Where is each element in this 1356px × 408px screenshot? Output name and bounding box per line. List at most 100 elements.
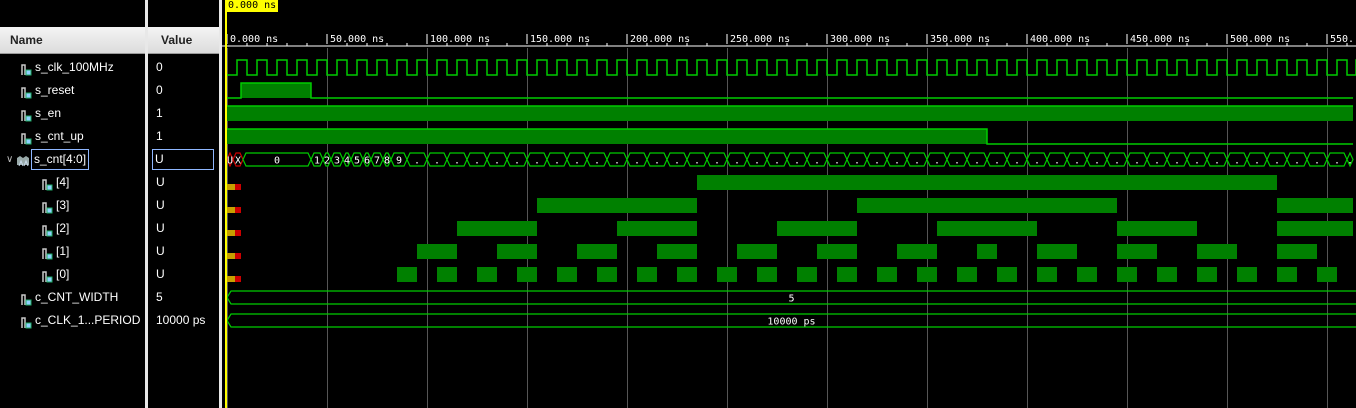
high-fill [1157,267,1177,282]
signal-row-value[interactable]: 5 [156,286,163,309]
signal-name-label: [2] [56,221,70,235]
high-fill [1037,244,1077,259]
bus-segment-label: 1 [314,156,320,167]
bus-segment-label: . [1214,156,1220,167]
high-fill [1197,267,1217,282]
signal-value-label: 5 [156,290,163,304]
bus-segment-label: . [774,156,780,167]
signal-name-label: s_en [35,106,62,120]
signal-row-name[interactable]: s_clk_100MHz [20,56,114,79]
signal-row-value[interactable]: U [152,148,214,171]
bus-segment-label: . [994,156,1000,167]
signal-icon [41,268,53,283]
high-fill [1277,267,1297,282]
high-fill [677,267,697,282]
signal-row-value[interactable]: 1 [156,102,163,125]
high-fill [517,267,537,282]
name-column-header[interactable]: Name [0,27,145,54]
signal-name-label: s_cnt_up [35,129,84,143]
chevron-down-icon[interactable]: ∨ [6,148,16,171]
clk-period-constant-label: 10000 ps [767,317,815,328]
signal-row-value[interactable]: 1 [156,125,163,148]
timeline-tick-label: 100.000 ns [430,34,490,45]
signal-name-label: c_CNT_WIDTH [35,290,119,304]
signal-row-name[interactable]: s_reset [20,79,74,102]
signal-row-value[interactable]: U [156,240,165,263]
cnt-width-constant-label: 5 [788,294,794,305]
bus-segment-label: . [574,156,580,167]
bus-segment-label: 5 [354,156,360,167]
timeline-tick-label: 500.000 ns [1230,34,1290,45]
bus-segment-label: . [914,156,920,167]
bus-segment-label: 6 [364,156,370,167]
bus-segment-label: . [1114,156,1120,167]
signal-row-name[interactable]: c_CLK_1...PERIOD [20,309,140,332]
bus-segment-label: . [1134,156,1140,167]
signal-row-value[interactable]: 0 [156,79,163,102]
bus-segment-label: . [434,156,440,167]
high-fill [637,267,657,282]
signal-name-label: [3] [56,198,70,212]
signal-value-label: U [156,244,165,258]
bus-segment-label: . [974,156,980,167]
bus-segment-label: 9 [396,156,402,167]
high-fill [797,267,817,282]
bus-segment-label: . [1234,156,1240,167]
high-fill [477,267,497,282]
signal-icon [20,61,32,76]
signal-icon [20,291,32,306]
unknown-segment-marker [227,184,235,190]
timeline-tick-label: 550. [1330,34,1354,45]
signal-icon [41,222,53,237]
signal-value-label: 0 [156,83,163,97]
bus-segment-label: U [227,156,233,167]
signal-value-label: 1 [156,129,163,143]
waveform-canvas[interactable]: 0.000 ns 50.000 ns 100.000 ns 150.000 ns 200… [222,0,1356,408]
bus-segment-label: 3 [334,156,340,167]
high-fill [817,244,857,259]
signal-name-label: s_cnt[4:0] [31,149,90,170]
signal-row-value[interactable]: U [156,194,165,217]
bus-segment-label: . [1154,156,1160,167]
reset-waveform [227,82,1353,99]
signal-row-name[interactable]: [0] [41,263,69,286]
signal-row-name[interactable]: s_cnt_up [20,125,84,148]
high-fill [997,267,1017,282]
signal-name-pane: Name s_clk_100MHz s_reset s_en s_cnt_up ∨ s_c… [0,0,145,408]
signal-value-label: U [156,175,165,189]
signal-row-name[interactable]: c_CNT_WIDTH [20,286,118,309]
bus-segment-label: . [954,156,960,167]
signal-row-value[interactable]: 10000 ps [156,309,205,332]
bus-segment-label: . [694,156,700,167]
signal-icon [41,199,53,214]
signal-row-value[interactable]: U [156,171,165,194]
unknown-segment-marker [227,230,235,236]
signal-row-value[interactable]: 0 [156,56,163,79]
signal-name-label: c_CLK_1...PERIOD [35,313,141,327]
bus-segment-label: . [1014,156,1020,167]
high-fill [957,267,977,282]
signal-row-name[interactable]: [2] [41,217,69,240]
signal-row-value[interactable]: U [156,263,165,286]
high-fill [577,244,617,259]
high-fill [1117,244,1157,259]
signal-row-name[interactable]: s_en [20,102,61,125]
timeline-tick-label: 350.000 ns [930,34,990,45]
bus-segment-label: . [814,156,820,167]
signal-row-name[interactable]: [3] [41,194,69,217]
bus-segment-label: . [474,156,480,167]
signal-row-value[interactable]: U [156,217,165,240]
signal-row-name[interactable]: [1] [41,240,69,263]
timeline-tick-label: 450.000 ns [1130,34,1190,45]
bus-segment-label: . [1274,156,1280,167]
signal-row-name[interactable]: [4] [41,171,69,194]
high-fill [917,267,937,282]
high-fill [537,198,697,213]
high-fill [697,175,1277,190]
value-column-header[interactable]: Value [148,27,219,54]
bus-segment-label: . [1094,156,1100,167]
bus-segment-label: . [714,156,720,167]
signal-row-name[interactable]: ∨ s_cnt[4:0] [6,148,90,171]
high-fill [417,244,457,259]
bus-segment-label: 7 [374,156,380,167]
